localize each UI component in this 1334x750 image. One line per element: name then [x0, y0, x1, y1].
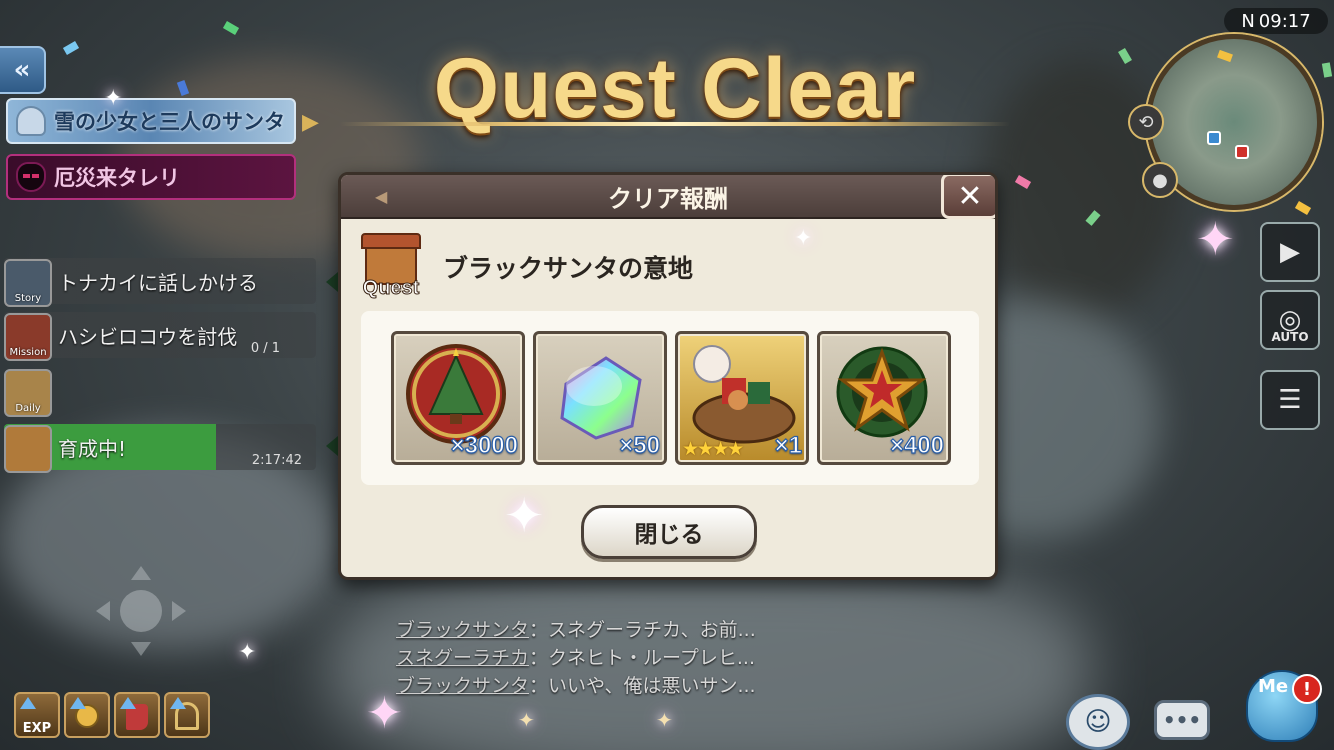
exp-boost-button[interactable]: EXP: [14, 692, 60, 738]
up-arrow-icon: [120, 697, 136, 709]
dialogue-line: スネグーラチカ：クネヒト・ループレヒ...: [396, 644, 756, 672]
video-camera-icon: ▶: [1280, 237, 1300, 267]
quest-marker-icon: [326, 272, 338, 292]
event-banner-snow-girl[interactable]: 雪の少女と三人のサンタ: [6, 98, 296, 144]
gold-boost-button[interactable]: [64, 692, 110, 738]
reward-tile[interactable]: ×3000: [391, 331, 525, 465]
dialogue-text: ：いいや、俺は悪いサン...: [529, 675, 756, 697]
back-button[interactable]: «: [0, 46, 46, 94]
triangle-left-icon: ◀: [375, 187, 388, 206]
up-arrow-icon: [20, 697, 36, 709]
dialogue-text: ：クネヒト・ループレヒ...: [529, 647, 755, 669]
group-icon: ☰: [1278, 385, 1302, 415]
boost-label: EXP: [22, 721, 52, 736]
npc-marker-icon: [1207, 131, 1221, 145]
daily-scroll-icon: Daily: [4, 369, 52, 417]
smile-face-icon: ☺: [1084, 707, 1112, 737]
camera-button[interactable]: ▶: [1260, 222, 1320, 282]
reward-tile[interactable]: ×400: [817, 331, 951, 465]
quest-name: ブラックサンタの意地: [443, 254, 694, 283]
speaker-name: ブラックサンタ: [396, 675, 530, 697]
story-icon: Story: [4, 259, 52, 307]
quest-marker-icon: [326, 436, 338, 456]
speaker-name: ブラックサンタ: [396, 619, 530, 641]
title-underline: [340, 122, 1010, 126]
party-button[interactable]: ☰: [1260, 370, 1320, 430]
drop-boost-button[interactable]: [114, 692, 160, 738]
virtual-dpad[interactable]: [96, 566, 186, 656]
dialog-header: ◀ クリア報酬 ✕: [341, 175, 995, 219]
event-label: 厄災来タレリ: [54, 166, 180, 190]
quest-progress: 0 / 1: [250, 341, 280, 356]
quest-item-daily[interactable]: Daily: [4, 368, 54, 417]
training-timer: 2:17:42: [251, 453, 302, 468]
quest-label: ハシビロコウを討伐: [58, 324, 238, 349]
quest-item-mission[interactable]: Mission ハシビロコウを討伐 0 / 1: [4, 312, 316, 361]
sparkle-icon: ✦: [366, 688, 403, 739]
map-expand-button[interactable]: ●: [1142, 162, 1178, 198]
house-icon: [4, 425, 52, 473]
up-arrow-icon: [170, 697, 186, 709]
cage-boost-button[interactable]: [164, 692, 210, 738]
reward-dialog: ◀ クリア報酬 ✕ Quest ブラックサンタの意地 ×3000 ×50 ★★★…: [338, 172, 998, 580]
face-icon: ●: [1152, 169, 1168, 191]
arrow-down-icon: [131, 642, 151, 656]
rarity-stars: ★★★★: [682, 438, 744, 460]
sparkle-icon: ✦: [656, 708, 673, 732]
speaker-name: スネグーラチカ: [396, 647, 530, 669]
arrow-left-icon: [96, 601, 110, 621]
dialogue-line: ブラックサンタ：スネグーラチカ、お前...: [396, 616, 756, 644]
emote-button[interactable]: ☺: [1066, 694, 1130, 750]
chat-bubble-icon: •••: [1162, 708, 1202, 732]
dialogue-log[interactable]: ブラックサンタ：スネグーラチカ、お前... スネグーラチカ：クネヒト・ループレヒ…: [396, 616, 756, 700]
dpad-center: [120, 590, 162, 632]
sparkle-icon: ✦: [1196, 212, 1235, 266]
reward-tile[interactable]: ×50: [533, 331, 667, 465]
close-dialog-button[interactable]: 閉じる: [581, 505, 757, 559]
reward-tile[interactable]: ★★★★ ×1: [675, 331, 809, 465]
bell-icon: [16, 106, 46, 136]
sparkle-icon: ✦: [518, 708, 535, 732]
dialogue-line: ブラックサンタ：いいや、俺は悪いサン...: [396, 672, 756, 700]
quest-badge-icon: Quest: [357, 233, 425, 301]
quest-label: トナカイに話しかける: [58, 270, 258, 295]
reward-count: ×1: [774, 431, 803, 459]
chat-button[interactable]: •••: [1154, 700, 1210, 740]
mission-icon: Mission: [4, 313, 52, 361]
status-bar: N 09:17: [1224, 8, 1328, 34]
up-arrow-icon: [70, 697, 86, 709]
sparkle-icon: ✦: [104, 86, 123, 111]
reward-count: ×400: [889, 431, 944, 459]
map-rotate-button[interactable]: ⟲: [1128, 104, 1164, 140]
double-chevron-left-icon: «: [13, 55, 31, 85]
alert-badge: !: [1292, 674, 1322, 704]
clock-time: 09:17: [1258, 10, 1311, 32]
sparkle-icon: ✦: [238, 640, 257, 665]
event-banner-calamity[interactable]: 厄災来タレリ: [6, 154, 296, 200]
sparkle-icon: ✦: [794, 226, 813, 251]
player-marker-icon: [1235, 145, 1249, 159]
auto-button[interactable]: ◎ AUTO: [1260, 290, 1320, 350]
menu-label: Me: [1258, 676, 1289, 697]
chevron-right-icon[interactable]: ▶: [302, 110, 319, 135]
reward-panel: ×3000 ×50 ★★★★ ×1 ×400: [361, 311, 979, 485]
signal-icon: N: [1241, 10, 1255, 32]
reward-count: ×50: [619, 431, 661, 459]
sparkle-icon: ✦: [504, 488, 545, 544]
event-label: 雪の少女と三人のサンタ: [54, 110, 285, 134]
arrow-up-icon: [131, 566, 151, 580]
training-label: 育成中!: [58, 436, 127, 461]
rotate-icon: ⟲: [1138, 111, 1154, 133]
reward-count: ×3000: [450, 431, 519, 459]
demon-mask-icon: [16, 162, 46, 192]
close-button[interactable]: ✕: [941, 175, 995, 219]
auto-label: AUTO: [1271, 330, 1309, 344]
dialogue-text: ：スネグーラチカ、お前...: [529, 619, 756, 641]
quest-item-training[interactable]: 育成中! 2:17:42: [4, 424, 316, 473]
arrow-right-icon: [172, 601, 186, 621]
menu-mascot-button[interactable]: Me !: [1236, 660, 1328, 750]
quest-item-story[interactable]: Story トナカイに話しかける: [4, 258, 316, 307]
close-icon: ✕: [957, 178, 983, 214]
dialog-title: クリア報酬: [608, 184, 728, 213]
